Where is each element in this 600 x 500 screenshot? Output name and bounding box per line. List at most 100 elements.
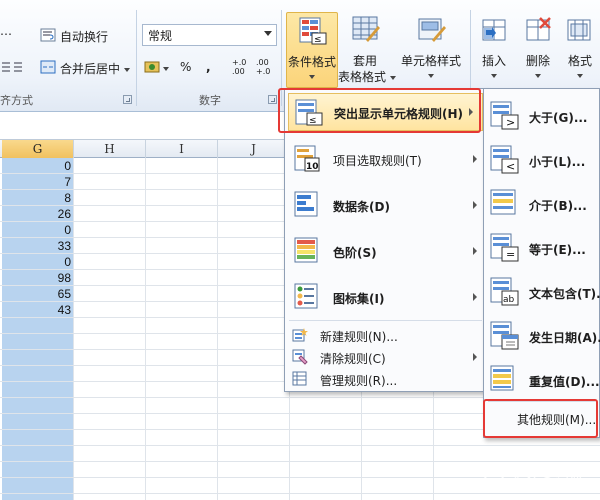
insert-label: 插入 (481, 54, 506, 68)
highlight-rules-submenu: > 大于(G)... < 小于(L)... 介于(B)... = 等于(E)..… (483, 88, 600, 438)
cell-value[interactable]: 33 (2, 238, 71, 254)
color-scales-icon (294, 237, 318, 263)
format-label: 格式 (567, 54, 592, 68)
conditional-format-menu: ≤ 突出显示单元格规则(H) 10 项目选取规则(T) 数据条(D) 色阶(S) (284, 88, 487, 392)
cell-styles-button[interactable]: 单元格样式 (398, 12, 464, 88)
format-as-table-icon (352, 16, 380, 42)
menu-item-label: 数据条(D) (333, 200, 390, 214)
alignment-group-label: 齐方式 (0, 94, 33, 107)
insert-cells-icon (482, 19, 506, 41)
number-format-value: 常规 (148, 29, 173, 43)
format-as-table-label-line1: 套用 (352, 54, 377, 68)
menu-item-manage-rules[interactable]: 管理规则(R)... (285, 368, 486, 390)
indent-icon[interactable] (0, 60, 24, 74)
annotation-more-rules-box (483, 399, 598, 438)
svg-text:10: 10 (306, 162, 319, 172)
top-bottom-rules-icon: 10 (294, 145, 320, 172)
wrap-text-button[interactable]: 自动换行 (60, 28, 108, 45)
column-header-j[interactable]: J (218, 140, 290, 158)
currency-icon[interactable] (144, 60, 162, 74)
svg-text:=: = (506, 248, 515, 261)
cell-value[interactable]: 98 (2, 270, 71, 286)
percent-button[interactable]: % (180, 60, 191, 74)
merge-center-button[interactable]: 合并后居中 (60, 60, 130, 77)
data-bars-icon (294, 191, 318, 217)
chevron-right-icon (473, 353, 477, 361)
menu-item-new-rule[interactable]: 新建规则(N)... (285, 324, 486, 346)
cell-value[interactable]: 8 (2, 190, 71, 206)
conditional-format-icon: ≤ (299, 17, 327, 45)
number-dialog-launcher-icon[interactable] (268, 95, 277, 104)
svg-text:≤: ≤ (314, 35, 322, 45)
submenu-item-label: 文本包含(T)... (529, 287, 600, 301)
clear-rules-icon (292, 349, 308, 365)
submenu-item-duplicate-values[interactable]: 重复值(D)... (484, 359, 600, 401)
between-icon (490, 189, 516, 215)
column-header-i[interactable]: I (146, 140, 218, 158)
submenu-item-text-contains[interactable]: ab 文本包含(T)... (484, 271, 600, 313)
cell-value[interactable]: 26 (2, 206, 71, 222)
wrap-text-icon (40, 28, 56, 42)
menu-divider (289, 320, 482, 321)
indent-arrows-icon[interactable]: ⋯ (0, 27, 12, 41)
cell-value[interactable]: 0 (2, 222, 71, 238)
less-than-icon: < (490, 145, 519, 174)
menu-item-icon-sets[interactable]: 图标集(I) (285, 278, 486, 316)
format-as-table-button[interactable]: 套用 表格格式 (338, 12, 396, 88)
chevron-right-icon (473, 293, 477, 301)
submenu-item-between[interactable]: 介于(B)... (484, 183, 599, 225)
cell-value[interactable]: 0 (2, 158, 71, 174)
cell-styles-icon (418, 18, 446, 42)
menu-item-label: 图标集(I) (333, 292, 385, 306)
svg-text:<: < (506, 160, 515, 173)
menu-item-clear-rules[interactable]: 清除规则(C) (285, 346, 486, 368)
submenu-item-date-occurring[interactable]: 发生日期(A)... (484, 315, 600, 357)
alignment-dialog-launcher-icon[interactable] (123, 95, 132, 104)
watermark-text: 头条@问答 (510, 475, 585, 491)
chevron-down-icon (491, 73, 497, 78)
column-header-g[interactable]: G (2, 140, 74, 158)
submenu-item-label: 小于(L)... (529, 155, 586, 169)
comma-style-button[interactable]: , (206, 60, 211, 74)
chevron-down-icon (577, 73, 583, 78)
menu-item-color-scales[interactable]: 色阶(S) (285, 232, 486, 270)
menu-item-label: 项目选取规则(T) (333, 154, 422, 168)
menu-item-label: 新建规则(N)... (320, 330, 398, 344)
icon-sets-icon (294, 283, 318, 309)
column-header-h[interactable]: H (74, 140, 146, 158)
cell-value[interactable]: 43 (2, 302, 71, 318)
delete-cells-icon (526, 17, 551, 41)
group-divider (136, 10, 137, 106)
cell-value[interactable]: 0 (2, 254, 71, 270)
table-row (0, 446, 600, 462)
submenu-item-equal-to[interactable]: = 等于(E)... (484, 227, 599, 269)
chevron-down-icon[interactable] (163, 61, 169, 75)
chevron-right-icon (473, 201, 477, 209)
delete-label: 删除 (525, 54, 550, 68)
menu-item-top-bottom-rules[interactable]: 10 项目选取规则(T) (285, 140, 486, 178)
format-cells-icon (567, 19, 591, 41)
merge-center-icon (40, 60, 56, 74)
equal-to-icon: = (490, 233, 519, 262)
submenu-item-greater-than[interactable]: > 大于(G)... (484, 95, 599, 137)
submenu-item-label: 大于(G)... (529, 111, 588, 125)
chevron-down-icon[interactable] (123, 67, 130, 72)
merge-center-label: 合并后居中 (60, 62, 121, 76)
decrease-decimal-button[interactable]: .00 +.0 (256, 58, 274, 76)
greater-than-icon: > (490, 101, 519, 130)
format-button[interactable]: 格式 (562, 12, 598, 88)
cell-value[interactable]: 65 (2, 286, 71, 302)
chevron-down-icon (428, 73, 434, 78)
cell-value[interactable]: 7 (2, 174, 71, 190)
number-format-select[interactable]: 常规 (142, 24, 277, 46)
watermark-logo-icon (484, 470, 504, 490)
submenu-item-less-than[interactable]: < 小于(L)... (484, 139, 599, 181)
delete-button[interactable]: 删除 (518, 12, 558, 88)
conditional-format-button[interactable]: ≤ 条件格式 (286, 12, 338, 88)
insert-button[interactable]: 插入 (474, 12, 514, 88)
chevron-down-icon (535, 73, 541, 78)
submenu-item-label: 介于(B)... (529, 199, 587, 213)
annotation-highlight-box (278, 88, 481, 133)
menu-item-data-bars[interactable]: 数据条(D) (285, 186, 486, 224)
increase-decimal-button[interactable]: +.0 .00 (232, 58, 250, 76)
